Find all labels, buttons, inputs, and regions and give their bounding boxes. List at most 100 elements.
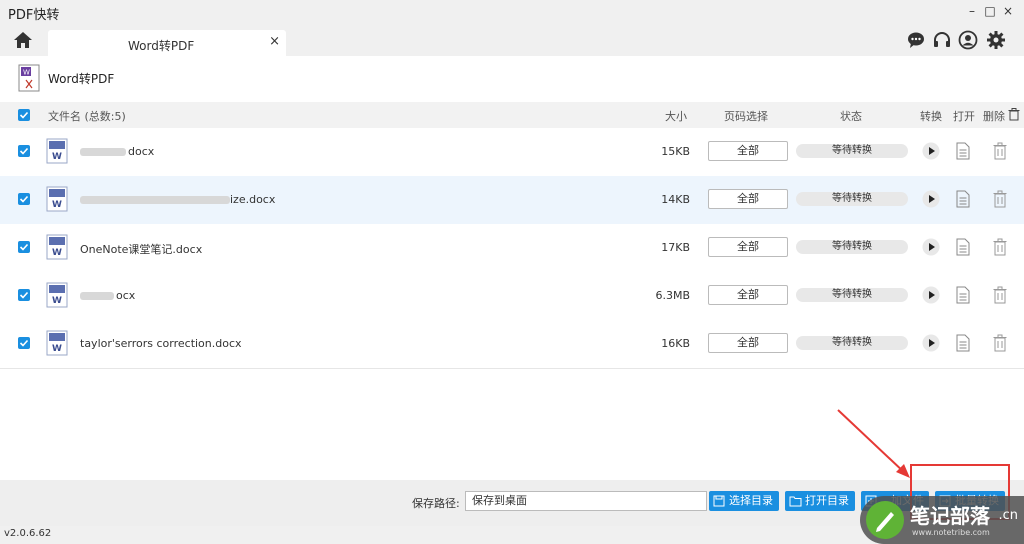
- row-checkbox[interactable]: [18, 193, 30, 205]
- table-row[interactable]: W docx 15KB 全部 等待转换: [0, 128, 1024, 177]
- watermark: 笔记部落 .cn www.notetribe.com: [860, 496, 1024, 544]
- maximize-button[interactable]: □: [980, 2, 1000, 20]
- chat-icon[interactable]: [906, 30, 926, 50]
- open-file-icon[interactable]: [956, 334, 970, 355]
- trash-icon[interactable]: [993, 142, 1007, 163]
- close-window-button[interactable]: ×: [998, 2, 1018, 20]
- table-row[interactable]: W OneNote课堂笔记.docx 17KB 全部 等待转换: [0, 224, 1024, 273]
- page-range-button[interactable]: 全部: [708, 237, 788, 257]
- minimize-button[interactable]: –: [962, 2, 982, 20]
- page-range-button[interactable]: 全部: [708, 189, 788, 209]
- open-file-icon[interactable]: [956, 286, 970, 307]
- word-to-pdf-icon: W: [18, 64, 40, 95]
- svg-text:W: W: [23, 69, 30, 77]
- redacted-text: [80, 196, 230, 204]
- header-filename: 文件名 (总数:5): [48, 110, 126, 123]
- trash-icon[interactable]: [993, 238, 1007, 259]
- tab-word-to-pdf[interactable]: Word转PDF ×: [48, 30, 286, 57]
- status-badge: 等待转换: [796, 192, 908, 206]
- status-badge: 等待转换: [796, 336, 908, 350]
- tab-close-icon[interactable]: ×: [269, 34, 280, 49]
- file-size: 16KB: [661, 337, 690, 350]
- row-checkbox[interactable]: [18, 289, 30, 301]
- version-label: v2.0.6.62: [4, 528, 52, 539]
- trash-icon[interactable]: [993, 334, 1007, 355]
- tab-bar: Word转PDF ×: [0, 24, 1024, 57]
- title-bar: PDF快转 – □ ×: [0, 0, 1024, 24]
- header-status: 状态: [840, 110, 862, 123]
- file-name: ocx: [116, 289, 136, 302]
- redacted-text: [80, 292, 114, 300]
- table-row[interactable]: W ize.docx 14KB 全部 等待转换: [0, 176, 1024, 225]
- play-icon[interactable]: [922, 334, 940, 355]
- word-file-icon: W: [46, 330, 68, 359]
- trash-icon[interactable]: [993, 190, 1007, 211]
- word-file-icon: W: [46, 234, 68, 263]
- file-name: ize.docx: [230, 193, 276, 206]
- choose-directory-button[interactable]: 选择目录: [709, 491, 779, 511]
- file-name: taylor'serrors correction.docx: [80, 337, 242, 350]
- play-icon[interactable]: [922, 190, 940, 211]
- folder-icon: [789, 496, 802, 507]
- app-title: PDF快转: [8, 8, 60, 23]
- status-badge: 等待转换: [796, 144, 908, 158]
- file-size: 15KB: [661, 145, 690, 158]
- svg-text:W: W: [52, 248, 62, 258]
- save-path-input[interactable]: 保存到桌面: [465, 491, 707, 511]
- file-name: docx: [128, 145, 155, 158]
- user-icon[interactable]: [958, 30, 978, 50]
- page-range-button[interactable]: 全部: [708, 141, 788, 161]
- gear-icon[interactable]: [986, 30, 1006, 50]
- svg-text:W: W: [52, 344, 62, 354]
- play-icon[interactable]: [922, 286, 940, 307]
- file-size: 17KB: [661, 241, 690, 254]
- play-icon[interactable]: [922, 238, 940, 259]
- redacted-text: [80, 148, 126, 156]
- file-size: 14KB: [661, 193, 690, 206]
- header-size: 大小: [665, 110, 687, 123]
- table-row[interactable]: W ocx 6.3MB 全部 等待转换: [0, 272, 1024, 321]
- watermark-text: 笔记部落: [910, 504, 990, 528]
- tab-label: Word转PDF: [128, 39, 195, 53]
- row-checkbox[interactable]: [18, 145, 30, 157]
- home-icon[interactable]: [12, 30, 34, 50]
- save-path-label: 保存路径:: [412, 497, 460, 510]
- watermark-logo-icon: [866, 501, 904, 539]
- header-delete: 删除: [983, 110, 1005, 123]
- svg-text:W: W: [52, 152, 62, 162]
- svg-text:W: W: [52, 296, 62, 306]
- select-all-checkbox[interactable]: [18, 109, 30, 121]
- open-directory-button[interactable]: 打开目录: [785, 491, 855, 511]
- open-file-icon[interactable]: [956, 142, 970, 163]
- row-checkbox[interactable]: [18, 241, 30, 253]
- row-checkbox[interactable]: [18, 337, 30, 349]
- file-name: OneNote课堂笔记.docx: [80, 243, 203, 256]
- header-pages: 页码选择: [724, 110, 768, 123]
- watermark-suffix: .cn: [998, 508, 1018, 523]
- table-header: 文件名 (总数:5) 大小 页码选择 状态 转换 打开 删除: [0, 102, 1024, 128]
- page-range-button[interactable]: 全部: [708, 285, 788, 305]
- status-badge: 等待转换: [796, 288, 908, 302]
- word-file-icon: W: [46, 138, 68, 167]
- play-icon[interactable]: [922, 142, 940, 163]
- svg-text:W: W: [52, 200, 62, 210]
- page-header: W Word转PDF: [0, 56, 1024, 102]
- word-file-icon: W: [46, 186, 68, 215]
- open-file-icon[interactable]: [956, 238, 970, 259]
- status-badge: 等待转换: [796, 240, 908, 254]
- header-open: 打开: [953, 110, 975, 123]
- table-row[interactable]: W taylor'serrors correction.docx 16KB 全部…: [0, 320, 1024, 369]
- header-convert: 转换: [920, 110, 942, 123]
- delete-all-icon[interactable]: [1008, 108, 1020, 124]
- page-title: Word转PDF: [48, 72, 115, 86]
- trash-icon[interactable]: [993, 286, 1007, 307]
- headset-icon[interactable]: [932, 30, 952, 50]
- word-file-icon: W: [46, 282, 68, 311]
- annotation-arrow-icon: [837, 409, 910, 478]
- save-icon: [713, 495, 725, 507]
- choose-directory-label: 选择目录: [729, 494, 773, 507]
- open-file-icon[interactable]: [956, 190, 970, 211]
- page-range-button[interactable]: 全部: [708, 333, 788, 353]
- watermark-url: www.notetribe.com: [912, 528, 990, 537]
- file-size: 6.3MB: [655, 289, 690, 302]
